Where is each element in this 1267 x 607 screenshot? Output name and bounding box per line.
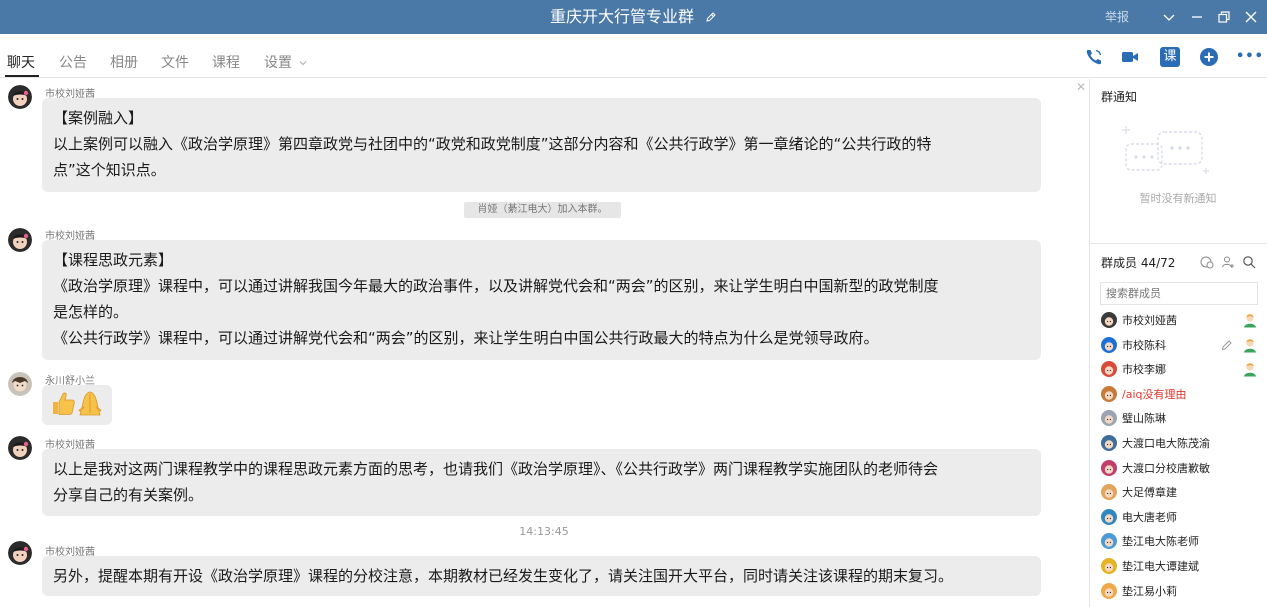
member-name: 垫江电大谭建斌 (1122, 560, 1199, 573)
member-name: 璧山陈琳 (1122, 412, 1166, 426)
admin-badge-icon (1244, 338, 1256, 353)
empty-notice-icon (1122, 126, 1209, 174)
member-name: 市校陈科 (1122, 338, 1166, 352)
message-line: 点”这个知识点。 (53, 161, 166, 179)
member-avatar (1101, 582, 1117, 599)
member-avatar (1101, 459, 1117, 476)
member-item[interactable]: 市校陈科 (1101, 334, 1261, 356)
message-bubble[interactable]: 【课程思政元素】 《政治学原理》课程中，可以通过讲解我国今年最大的政治事件，以及… (42, 240, 1041, 360)
member-item[interactable]: 璧山陈琳 (1101, 407, 1261, 429)
member-item[interactable]: 大足傅章建 (1101, 481, 1261, 503)
member-item[interactable]: 市校李娜 (1101, 358, 1261, 380)
member-item[interactable]: 大渡口电大陈茂渝 (1101, 432, 1261, 454)
member-name: 电大唐老师 (1122, 510, 1177, 524)
chevron-down-icon[interactable] (1161, 9, 1177, 25)
member-search-input[interactable] (1100, 282, 1258, 305)
chevron-down-icon (300, 61, 307, 66)
course-icon[interactable]: 课 (1160, 47, 1180, 67)
restore-icon[interactable] (1216, 9, 1232, 25)
search-icon[interactable] (1242, 255, 1256, 269)
member-name: 大渡口分校唐歉敏 (1122, 461, 1210, 475)
member-item[interactable]: /aiq没有理由 (1101, 383, 1261, 405)
member-name: /aiq没有理由 (1122, 387, 1187, 401)
title-bar: 重庆开大行管专业群 举报 (0, 0, 1267, 34)
add-member-icon[interactable] (1221, 255, 1235, 269)
tab-chat[interactable]: 聊天 (7, 52, 35, 72)
member-chat-icon[interactable] (1200, 255, 1214, 269)
panel-divider (1089, 79, 1090, 607)
member-item[interactable]: 垫江易小莉 (1101, 580, 1261, 602)
member-item[interactable]: 市校刘娅茜 (1101, 309, 1261, 331)
minimize-icon[interactable] (1189, 9, 1205, 25)
tab-bar: 聊天 公告 相册 文件 课程 设置 课 ••• (0, 34, 1267, 78)
member-avatar (1101, 385, 1117, 402)
tab-album[interactable]: 相册 (110, 52, 138, 72)
system-notice: 肖娅（綦江电大）加入本群。 (464, 202, 621, 218)
more-icon[interactable]: ••• (1236, 47, 1263, 67)
close-icon[interactable]: ✕ (1076, 80, 1086, 94)
tab-course[interactable]: 课程 (212, 52, 240, 72)
message-line: 是怎样的。 (53, 303, 129, 321)
avatar[interactable] (8, 372, 32, 396)
member-name: 大足傅章建 (1122, 486, 1177, 500)
message-line: 【案例融入】 (53, 109, 144, 127)
report-link[interactable]: 举报 (1105, 0, 1129, 34)
group-name[interactable]: 重庆开大行管专业群 (550, 7, 694, 26)
message-bubble[interactable]: 【案例融入】 以上案例可以融入《政治学原理》第四章政党与社团中的“政党和政党制度… (42, 98, 1041, 192)
video-icon[interactable] (1120, 47, 1140, 67)
member-avatar (1101, 312, 1117, 328)
member-name: 大渡口电大陈茂渝 (1122, 437, 1210, 450)
member-item[interactable]: 垫江电大谭建斌 (1101, 555, 1261, 577)
admin-badge-icon (1244, 314, 1256, 328)
member-avatar (1101, 558, 1117, 574)
member-avatar (1101, 508, 1117, 525)
message-line: 【课程思政元素】 (53, 251, 174, 269)
member-avatar (1101, 361, 1117, 378)
avatar[interactable] (8, 436, 32, 460)
member-item[interactable]: 垫江电大陈老师 (1101, 530, 1261, 552)
message-line: 《公共行政学》课程中，可以通过讲解党代会和“两会”的区别，来让学生明白中国公共行… (53, 329, 879, 347)
avatar[interactable] (8, 85, 32, 109)
admin-badge-icon (1244, 363, 1256, 377)
edit-icon[interactable] (1220, 338, 1234, 352)
empty-notice-text: 暂时没有新通知 (1139, 192, 1217, 205)
message-line: 另外，提醒本期有开设《政治学原理》课程的分校注意，本期教材已经发生变化了，请关注… (53, 567, 954, 585)
message-line: 《政治学原理》课程中，可以通过讲解我国今年最大的政治事件，以及讲解党代会和“两会… (53, 277, 939, 295)
edit-icon[interactable] (705, 1, 717, 35)
member-avatar (1101, 533, 1117, 550)
tab-settings-label: 设置 (264, 55, 292, 71)
tab-notice[interactable]: 公告 (59, 52, 87, 72)
window-title: 重庆开大行管专业群 (0, 0, 1267, 35)
tab-files[interactable]: 文件 (161, 52, 189, 72)
thumbs-up-pray-emoji (53, 391, 102, 416)
message-bubble[interactable]: 以上是我对这两门课程教学中的课程思政元素方面的思考，也请我们《政治学原理》、《公… (42, 449, 1041, 516)
emoji-message[interactable] (42, 385, 112, 425)
member-item[interactable]: 电大唐老师 (1101, 506, 1261, 528)
member-avatar (1101, 410, 1117, 427)
member-avatar (1101, 435, 1117, 451)
member-name: 市校刘娅茜 (1122, 314, 1177, 327)
phone-icon[interactable] (1084, 47, 1104, 67)
message-line: 分享自己的有关案例。 (53, 486, 204, 504)
message-line: 以上案例可以融入《政治学原理》第四章政党与社团中的“政党和政党制度”这部分内容和… (53, 135, 932, 153)
member-avatar (1101, 336, 1117, 353)
add-icon[interactable] (1199, 47, 1219, 67)
member-name: 市校李娜 (1122, 363, 1166, 377)
message-bubble[interactable]: 另外，提醒本期有开设《政治学原理》课程的分校注意，本期教材已经发生变化了，请关注… (42, 556, 1041, 596)
members-title: 群成员 44/72 (1101, 256, 1176, 270)
active-tab-indicator (5, 75, 39, 77)
message-line: 以上是我对这两门课程教学中的课程思政元素方面的思考，也请我们《政治学原理》、《公… (53, 460, 939, 478)
tab-settings[interactable]: 设置 (264, 52, 308, 72)
member-name: 垫江易小莉 (1122, 584, 1177, 598)
message-timestamp: 14:13:45 (519, 525, 569, 538)
avatar[interactable] (8, 228, 32, 252)
sidebar-divider (1090, 243, 1267, 244)
close-icon[interactable] (1243, 9, 1259, 25)
avatar[interactable] (8, 541, 32, 565)
member-avatar (1101, 484, 1117, 501)
group-notice-title: 群通知 (1101, 90, 1138, 104)
member-name: 垫江电大陈老师 (1122, 535, 1199, 549)
member-item[interactable]: 大渡口分校唐歉敏 (1101, 457, 1261, 479)
